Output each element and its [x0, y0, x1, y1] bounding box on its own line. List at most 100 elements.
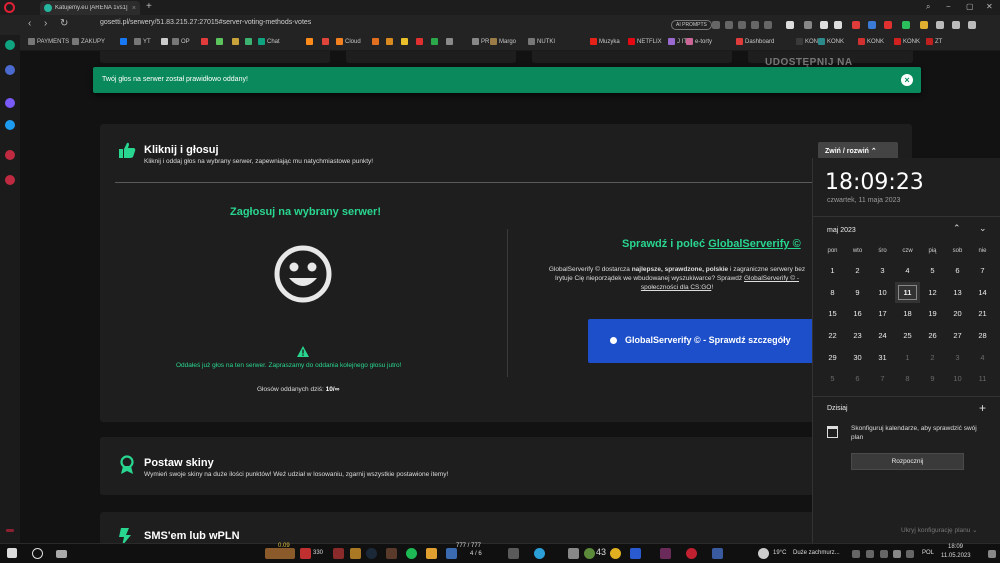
- calendar-day[interactable]: 12: [920, 282, 945, 304]
- download-icon[interactable]: [936, 21, 944, 29]
- calendar-day[interactable]: 17: [870, 303, 895, 325]
- calendar-day[interactable]: 29: [820, 347, 845, 369]
- bookmark-item[interactable]: [372, 38, 379, 45]
- calendar-day[interactable]: 22: [820, 325, 845, 347]
- calendar-day[interactable]: 21: [970, 303, 995, 325]
- bookmark-icon[interactable]: [738, 21, 746, 29]
- app-icon[interactable]: [712, 548, 723, 559]
- extension-icon[interactable]: [786, 21, 794, 29]
- chatgpt-icon[interactable]: [5, 40, 15, 50]
- bookmark-item[interactable]: YT: [134, 38, 151, 45]
- bookmark-item[interactable]: [201, 38, 208, 45]
- bookmark-item[interactable]: Chat: [258, 38, 280, 45]
- app-icon[interactable]: [350, 548, 361, 559]
- calendar-day[interactable]: 10: [945, 368, 970, 390]
- windows-start-icon[interactable]: [7, 548, 17, 558]
- spotify-icon[interactable]: [406, 548, 417, 559]
- bookmark-item[interactable]: PR: [472, 38, 489, 45]
- calendar-day[interactable]: 27: [945, 325, 970, 347]
- extension-icon[interactable]: [804, 21, 812, 29]
- app-icon[interactable]: [508, 548, 519, 559]
- snapshot-icon[interactable]: [952, 21, 960, 29]
- opera-icon[interactable]: [686, 548, 697, 559]
- toast-close-button[interactable]: ×: [901, 74, 913, 86]
- skins-card[interactable]: Postaw skiny Wymień swoje skiny na duże …: [100, 437, 912, 495]
- calendar-day[interactable]: 13: [945, 282, 970, 304]
- bookmark-item[interactable]: KONK: [858, 38, 884, 45]
- clock-date[interactable]: czwartek, 11 maja 2023: [827, 197, 900, 204]
- app-icon[interactable]: [426, 548, 437, 559]
- bookmark-item[interactable]: NETFLIX: [628, 38, 662, 45]
- gs-desc-link[interactable]: społeczności dla CS:GO: [641, 284, 711, 291]
- reload-button[interactable]: ↻: [60, 18, 68, 29]
- twitter-icon[interactable]: [5, 120, 15, 130]
- wallet-icon[interactable]: [920, 21, 928, 29]
- app-icon[interactable]: [300, 548, 311, 559]
- weather-cloud-icon[interactable]: [758, 548, 769, 559]
- bookmark-item[interactable]: [120, 38, 127, 45]
- extension-icon[interactable]: [868, 21, 876, 29]
- calendar-day[interactable]: 4: [970, 347, 995, 369]
- bookmark-item[interactable]: KONK: [894, 38, 920, 45]
- browser-tab[interactable]: Katujemy.eu [ARENA 1vs1] ×: [40, 1, 140, 15]
- language-indicator[interactable]: POL: [922, 550, 934, 556]
- bookmark-item[interactable]: [161, 38, 168, 45]
- calendar-day[interactable]: 2: [845, 260, 870, 282]
- close-window-button[interactable]: ✕: [986, 2, 993, 11]
- messenger-icon[interactable]: [5, 98, 15, 108]
- calendar-day[interactable]: 18: [895, 303, 920, 325]
- calendar-day[interactable]: 26: [920, 325, 945, 347]
- app-icon[interactable]: [584, 548, 595, 559]
- notification-icon[interactable]: [988, 550, 996, 558]
- calendar-day[interactable]: 3: [945, 347, 970, 369]
- extension-icon[interactable]: [884, 21, 892, 29]
- bookmark-item[interactable]: Muzyka: [590, 38, 620, 45]
- bookmark-item[interactable]: NUTKI: [528, 38, 555, 45]
- search-icon[interactable]: [712, 21, 720, 29]
- bookmark-item[interactable]: [232, 38, 239, 45]
- bookmark-item[interactable]: ZAKUPY: [72, 38, 105, 45]
- calendar-day[interactable]: 2: [920, 347, 945, 369]
- calendar-day[interactable]: 3: [870, 260, 895, 282]
- calendar-day[interactable]: 15: [820, 303, 845, 325]
- shield-icon[interactable]: [751, 21, 759, 29]
- calendar-day[interactable]: 28: [970, 325, 995, 347]
- calendar-day[interactable]: 31: [870, 347, 895, 369]
- sms-card[interactable]: SMS'em lub wPLN: [100, 512, 912, 543]
- heart-icon[interactable]: [5, 150, 15, 160]
- tab-close-button[interactable]: ×: [132, 5, 136, 12]
- calendar-day[interactable]: 10: [870, 282, 895, 304]
- bookmark-item[interactable]: PAYMENTS: [28, 38, 69, 45]
- bookmark-item[interactable]: [446, 38, 453, 45]
- calendar-day[interactable]: 6: [945, 260, 970, 282]
- app-icon[interactable]: [446, 548, 457, 559]
- tray-icon[interactable]: [852, 550, 860, 558]
- maximize-button[interactable]: ▢: [966, 2, 974, 11]
- taskbar-time[interactable]: 18:09: [948, 544, 963, 550]
- bookmark-item[interactable]: [416, 38, 423, 45]
- globalserverify-details-button[interactable]: GlobalServerify © - Sprawdź szczegóły: [588, 319, 828, 363]
- calendar-day[interactable]: 6: [845, 368, 870, 390]
- bookmark-item[interactable]: e-torty: [686, 38, 712, 45]
- add-event-button[interactable]: +: [979, 401, 986, 415]
- bookmark-item[interactable]: [431, 38, 438, 45]
- calendar-day[interactable]: 19: [920, 303, 945, 325]
- new-tab-button[interactable]: +: [146, 1, 152, 12]
- calendar-day[interactable]: 1: [820, 260, 845, 282]
- tray-icon[interactable]: [906, 550, 914, 558]
- calendar-day[interactable]: 14: [970, 282, 995, 304]
- calendar-day[interactable]: 11: [970, 368, 995, 390]
- network-icon[interactable]: [880, 550, 888, 558]
- calendar-day[interactable]: 9: [845, 282, 870, 304]
- telegram-icon[interactable]: [534, 548, 545, 559]
- forward-button[interactable]: ›: [44, 18, 47, 29]
- vpn-icon[interactable]: [902, 21, 910, 29]
- calendar-day[interactable]: 30: [845, 347, 870, 369]
- bookmark-item[interactable]: J IT: [668, 38, 687, 45]
- task-view-icon[interactable]: [56, 550, 67, 558]
- minimize-button[interactable]: −: [946, 2, 951, 11]
- calendar-day[interactable]: 8: [895, 368, 920, 390]
- app-icon[interactable]: [386, 548, 397, 559]
- bookmark-item[interactable]: OP: [172, 38, 190, 45]
- extension-icon[interactable]: [820, 21, 828, 29]
